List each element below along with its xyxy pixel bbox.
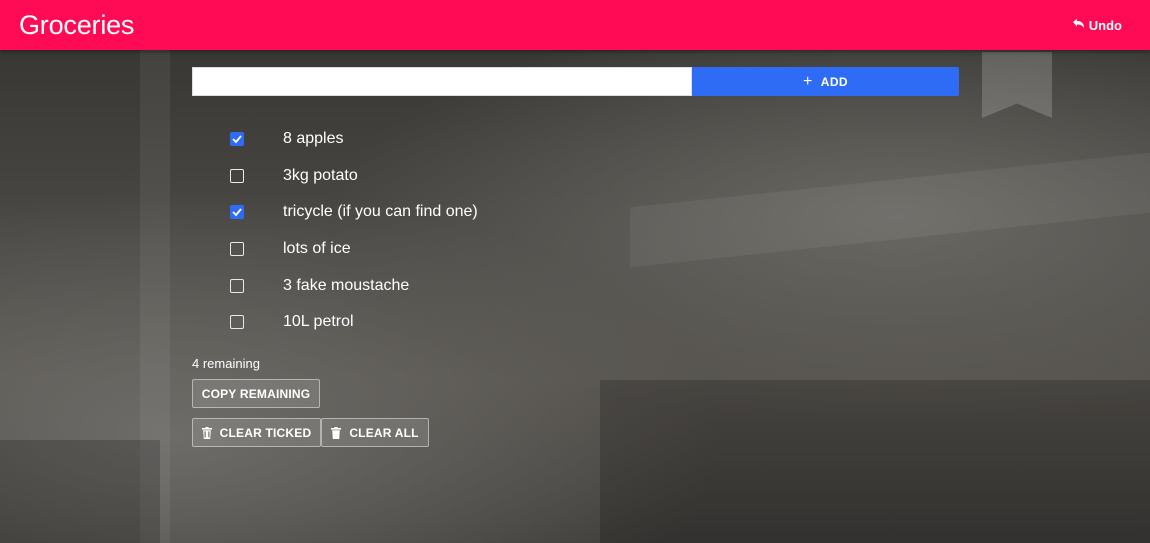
copy-remaining-button[interactable]: COPY REMAINING [192,379,320,408]
remaining-count: 4 remaining [192,356,260,371]
trash-icon [201,426,212,439]
copy-remaining-label: COPY REMAINING [201,386,311,401]
list-item: tricycle (if you can find one) [230,194,830,231]
undo-button[interactable]: Undo [1070,18,1122,33]
list-item: 3 fake moustache [230,267,830,304]
app-header: Groceries Undo [0,0,1150,50]
list-item: 8 apples [230,121,830,158]
clear-all-button[interactable]: CLEAR ALL [321,418,429,447]
grocery-list: 8 apples 3kg potato tricycle (if you can… [230,121,830,341]
undo-label: Undo [1088,17,1122,33]
item-label[interactable]: lots of ice [283,240,351,258]
item-checkbox[interactable] [230,205,244,220]
item-label[interactable]: 3kg potato [283,167,358,185]
list-item: 3kg potato [230,158,830,195]
list-item: 10L petrol [230,304,830,341]
clear-all-label: CLEAR ALL [349,425,419,440]
item-checkbox[interactable] [230,278,244,293]
item-checkbox[interactable] [230,168,244,183]
add-item-form: + ADD [192,67,959,96]
app-title: Groceries [19,9,135,40]
check-icon [232,208,242,217]
item-checkbox[interactable] [230,315,244,330]
clear-ticked-button[interactable]: CLEAR TICKED [192,418,321,447]
undo-icon [1072,19,1084,28]
new-item-input[interactable] [192,67,692,96]
item-checkbox[interactable] [230,132,244,147]
add-button-label: ADD [820,74,848,89]
item-label[interactable]: tricycle (if you can find one) [283,203,478,221]
add-button[interactable]: + ADD [692,67,959,96]
item-checkbox[interactable] [230,242,244,257]
trash-icon [331,426,342,439]
list-item: lots of ice [230,231,830,268]
clear-ticked-label: CLEAR TICKED [219,425,312,440]
item-label[interactable]: 10L petrol [283,313,354,331]
item-label[interactable]: 8 apples [283,130,344,148]
check-icon [232,135,242,144]
plus-icon: + [803,72,813,90]
item-label[interactable]: 3 fake moustache [283,277,409,295]
